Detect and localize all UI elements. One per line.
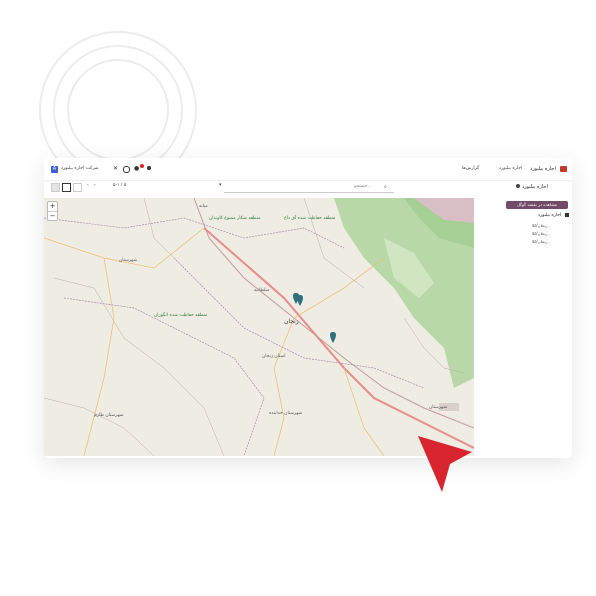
cursor-arrow-icon: [418, 436, 472, 492]
google-maps-button[interactable]: مشاهده در نقشه گوگل: [506, 201, 568, 209]
map-view-icon[interactable]: [62, 183, 71, 192]
map-label: منطقه حفاظت شده آق داغ: [284, 216, 336, 221]
pager-next-icon[interactable]: ›: [94, 183, 96, 189]
map-area[interactable]: + − میانه منطقه شکار ممنوع کاوندان منطقه…: [44, 198, 474, 456]
gear-icon[interactable]: [516, 184, 520, 188]
sidebar-item[interactable]: زنجان/کلا: [532, 231, 547, 237]
menu-item-reports[interactable]: گزارش‌ها: [462, 166, 479, 172]
search-input[interactable]: جستجو...: [354, 184, 372, 190]
pager-prev-icon[interactable]: ‹: [87, 183, 89, 189]
map-label: منطقه حفاظت شده انگوران: [154, 313, 208, 318]
map-label: شهرستان خدابنده: [269, 411, 303, 416]
sidebar-item[interactable]: زنجان/کلا: [532, 223, 547, 229]
notification-badge: [140, 164, 144, 168]
app-grid-icon[interactable]: [560, 166, 567, 172]
sidebar-item[interactable]: زنجان/کلا: [532, 239, 547, 245]
app-window: A شرکت اجاره بیلبورد ✕ ● گزارش‌ها اجاره …: [44, 158, 572, 458]
company-switcher[interactable]: شرکت اجاره بیلبورد: [61, 166, 99, 172]
clock-icon[interactable]: [123, 166, 130, 173]
sidebar-group-title: اجاره بیلبورد: [538, 213, 562, 218]
settings-icon[interactable]: ✕: [113, 165, 118, 172]
module-title[interactable]: اجاره بیلبورد: [530, 166, 556, 172]
company-avatar[interactable]: A: [51, 166, 58, 173]
map-label: استان زنجان: [262, 354, 286, 359]
zoom-control: + −: [47, 201, 58, 221]
map-label: شهرستان: [119, 258, 138, 263]
search-icon[interactable]: ⌕: [384, 184, 387, 190]
zoom-out-button[interactable]: −: [48, 212, 57, 221]
top-navbar: A شرکت اجاره بیلبورد ✕ ● گزارش‌ها اجاره …: [44, 158, 572, 181]
kanban-view-icon[interactable]: [73, 183, 82, 192]
breadcrumb: اجاره بیلبورد: [522, 184, 548, 190]
map-label: میانه: [199, 204, 208, 209]
search-bar: ▾ جستجو... ⌕: [219, 182, 394, 193]
chat-icon[interactable]: ●: [134, 165, 139, 172]
sidebar: مشاهده در نقشه گوگل اجاره بیلبورد زنجان/…: [496, 198, 572, 318]
list-icon: [565, 213, 569, 217]
activity-icon[interactable]: [147, 166, 151, 170]
map-label: شهرستان طارم: [94, 413, 124, 418]
search-options-icon[interactable]: ▾: [219, 182, 222, 188]
menu-item-billboard[interactable]: اجاره بیلبورد: [499, 166, 522, 172]
list-view-icon[interactable]: [51, 183, 60, 192]
map-label: شهرستان: [429, 405, 448, 410]
map-label: سلطانیه: [254, 288, 270, 293]
control-panel: ‹ › ۵-۱ / ۵ ▾ جستجو... ⌕ اجاره بیلبورد: [44, 180, 572, 196]
map-label: زنجان: [284, 318, 299, 325]
map-label: منطقه شکار ممنوع کاوندان: [209, 216, 261, 221]
pager-value[interactable]: ۵-۱ / ۵: [113, 183, 126, 189]
zoom-in-button[interactable]: +: [48, 202, 57, 212]
